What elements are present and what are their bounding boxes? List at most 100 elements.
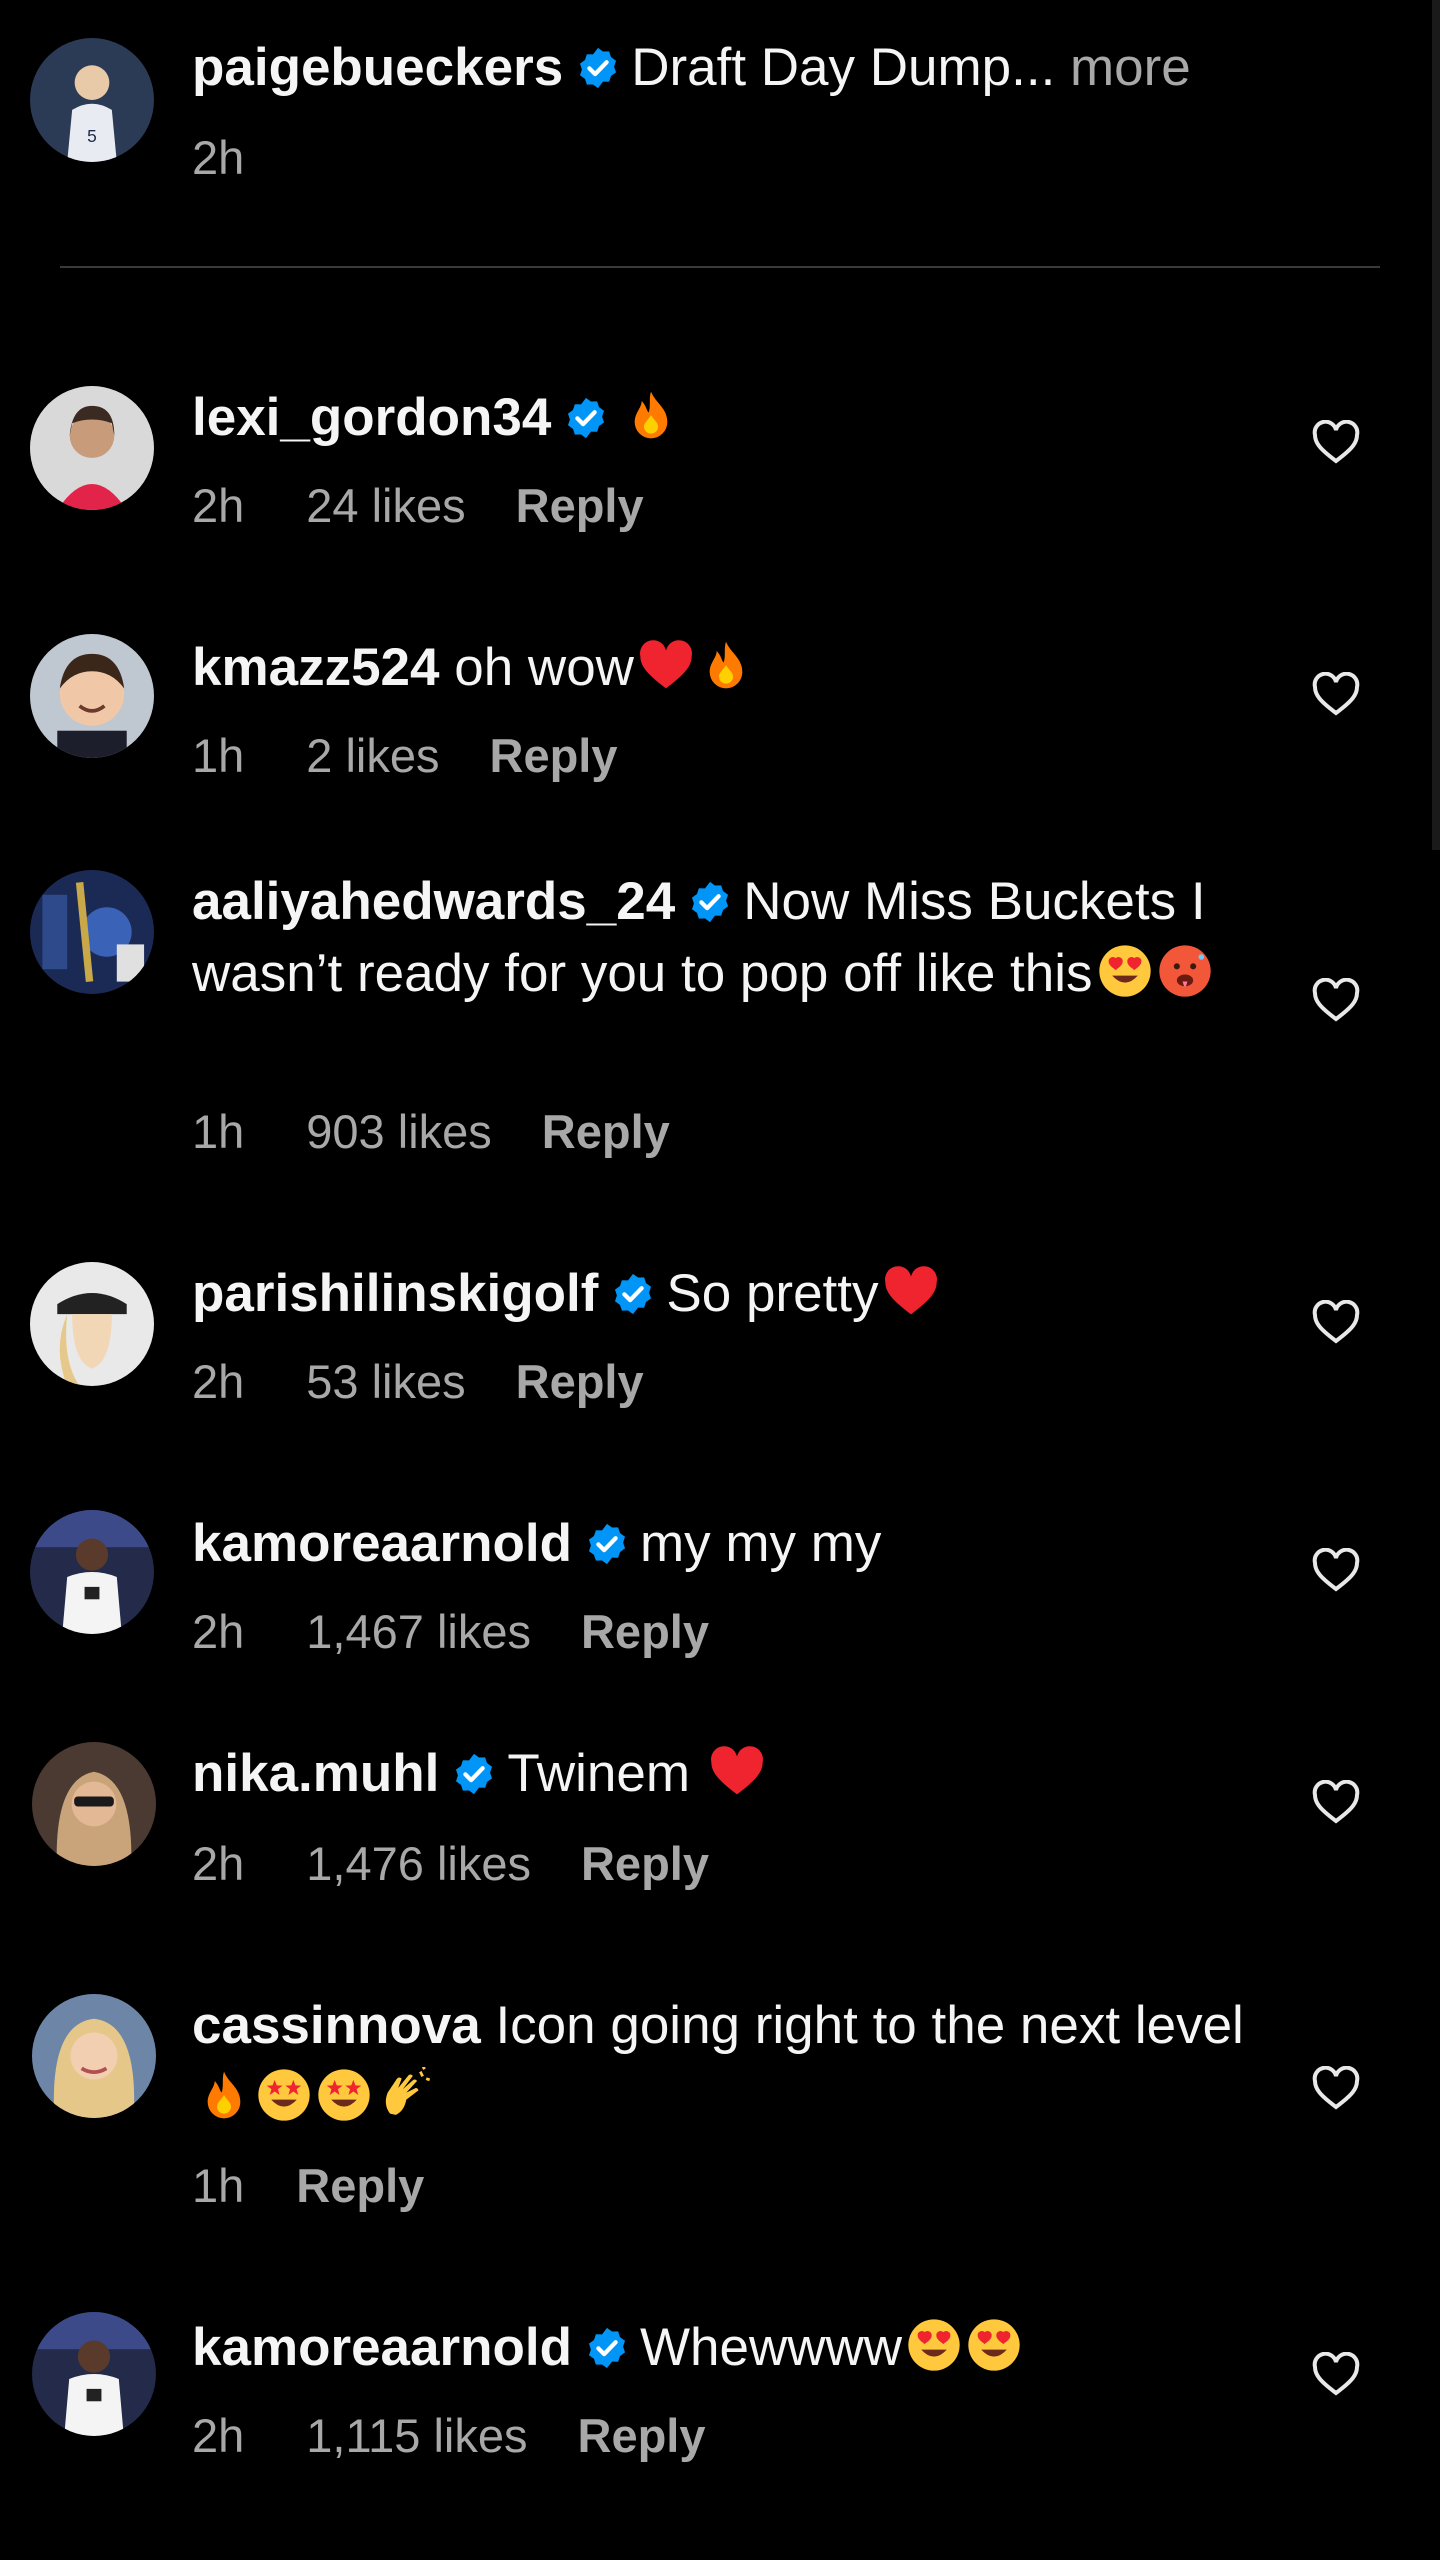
caption-divider: [60, 266, 1380, 268]
like-heart-icon[interactable]: [1312, 1300, 1360, 1344]
comment-meta: 2h 1,467 likes Reply: [192, 1602, 709, 1662]
comment-body: Whewwww: [639, 2318, 903, 2377]
like-heart-icon[interactable]: [1312, 2352, 1360, 2396]
reply-button[interactable]: Reply: [578, 2406, 706, 2466]
comment-likes[interactable]: 2 likes: [306, 726, 439, 786]
heart-eyes-emoji-icon: [1097, 943, 1153, 999]
comment-time: 2h: [192, 1605, 245, 1658]
comment-time: 2h: [192, 479, 245, 532]
comment-username[interactable]: lexi_gordon34: [192, 388, 551, 447]
comment-time: 1h: [192, 1105, 245, 1158]
comment-time: 2h: [192, 1355, 245, 1408]
caption-time: 2h: [192, 131, 245, 184]
comment-meta: 2h 1,115 likes Reply: [192, 2406, 706, 2466]
clapping-hands-emoji-icon: [376, 2067, 432, 2123]
comment-text: kamoreaarnold my my my: [192, 1508, 1260, 1580]
comment-time: 1h: [192, 2159, 245, 2212]
comment-body: Twinem: [507, 1744, 690, 1803]
caption-body: Draft Day Dump...: [631, 38, 1056, 97]
comment-text: lexi_gordon34: [192, 382, 1260, 454]
avatar[interactable]: 5: [30, 38, 154, 162]
comment-time: 2h: [192, 2409, 245, 2462]
comment-likes[interactable]: 903 likes: [306, 1102, 492, 1162]
comment-likes[interactable]: 53 likes: [306, 1352, 465, 1412]
red-heart-emoji-icon: [638, 637, 694, 693]
avatar[interactable]: [32, 2312, 156, 2436]
comment-body: So pretty: [666, 1264, 879, 1323]
reply-button[interactable]: Reply: [542, 1102, 670, 1162]
comment-likes[interactable]: 1,476 likes: [306, 1834, 531, 1894]
verified-badge-icon: [563, 395, 609, 441]
comment-likes[interactable]: 24 likes: [306, 476, 465, 536]
comment-text: cassinnova Icon going right to the next …: [192, 1990, 1260, 2134]
scrollbar[interactable]: [1432, 0, 1440, 850]
comment-username[interactable]: kamoreaarnold: [192, 1514, 572, 1573]
comment-text: aaliyahedwards_24 Now Miss Buckets I wasn…: [192, 866, 1260, 1010]
reply-button[interactable]: Reply: [581, 1602, 709, 1662]
like-heart-icon[interactable]: [1312, 978, 1360, 1022]
reply-button[interactable]: Reply: [490, 726, 618, 786]
avatar-image: 5: [30, 38, 154, 162]
comment-body: oh wow: [454, 638, 634, 697]
reply-button[interactable]: Reply: [516, 476, 644, 536]
star-struck-emoji-icon: [256, 2067, 312, 2123]
fire-emoji-icon: [698, 637, 754, 693]
avatar[interactable]: [30, 1510, 154, 1634]
comment-body: my my my: [639, 1514, 882, 1573]
reply-button[interactable]: Reply: [581, 1834, 709, 1894]
reply-button[interactable]: Reply: [296, 2156, 424, 2216]
verified-badge-icon: [584, 2325, 630, 2371]
avatar[interactable]: [30, 1262, 154, 1386]
like-heart-icon[interactable]: [1312, 420, 1360, 464]
svg-text:5: 5: [87, 126, 97, 146]
comment-text: nika.muhl Twinem: [192, 1738, 1260, 1810]
like-heart-icon[interactable]: [1312, 672, 1360, 716]
red-heart-emoji-icon: [883, 1263, 939, 1319]
avatar[interactable]: [30, 870, 154, 994]
like-heart-icon[interactable]: [1312, 1780, 1360, 1824]
comment-meta: 1h 2 likes Reply: [192, 726, 618, 786]
comment-username[interactable]: kmazz524: [192, 638, 440, 697]
comment-username[interactable]: parishilinskigolf: [192, 1264, 598, 1323]
verified-badge-icon: [451, 1751, 497, 1797]
hot-face-emoji-icon: [1157, 943, 1213, 999]
comment-username[interactable]: cassinnova: [192, 1996, 481, 2055]
comment-meta: 1h 903 likes Reply: [192, 1102, 670, 1162]
fire-emoji-icon: [196, 2067, 252, 2123]
verified-badge-icon: [687, 879, 733, 925]
comment-username[interactable]: aaliyahedwards_24: [192, 872, 675, 931]
post-caption: 5 paigebueckers Draft Day Dump... more 2h: [0, 0, 1440, 270]
comments-screen: 5 paigebueckers Draft Day Dump... more 2h…: [0, 0, 1440, 2560]
comment-text: parishilinskigolf So pretty: [192, 1258, 1260, 1330]
comment-meta: 1h Reply: [192, 2156, 424, 2216]
caption-text: paigebueckers Draft Day Dump... more: [192, 32, 1260, 104]
comment-meta: 2h 24 likes Reply: [192, 476, 644, 536]
reply-button[interactable]: Reply: [516, 1352, 644, 1412]
caption-username[interactable]: paigebueckers: [192, 38, 563, 97]
comment-text: kamoreaarnold Whewwww: [192, 2312, 1260, 2384]
like-heart-icon[interactable]: [1312, 2066, 1360, 2110]
comment-time: 1h: [192, 729, 245, 782]
verified-badge-icon: [575, 45, 621, 91]
caption-more-link[interactable]: more: [1070, 38, 1191, 97]
comment-meta: 2h 1,476 likes Reply: [192, 1834, 709, 1894]
heart-eyes-emoji-icon: [906, 2317, 962, 2373]
comment-likes[interactable]: 1,467 likes: [306, 1602, 531, 1662]
comment-body: Icon going right to the next level: [495, 1996, 1244, 2055]
like-heart-icon[interactable]: [1312, 1548, 1360, 1592]
verified-badge-icon: [584, 1521, 630, 1567]
avatar[interactable]: [30, 634, 154, 758]
star-struck-emoji-icon: [316, 2067, 372, 2123]
comment-likes[interactable]: 1,115 likes: [306, 2406, 527, 2466]
avatar[interactable]: [32, 1994, 156, 2118]
heart-eyes-emoji-icon: [966, 2317, 1022, 2373]
avatar[interactable]: [32, 1742, 156, 1866]
avatar[interactable]: [30, 386, 154, 510]
fire-emoji-icon: [623, 387, 679, 443]
comment-text: kmazz524 oh wow: [192, 632, 1260, 704]
caption-meta: 2h: [192, 128, 244, 188]
comment-time: 2h: [192, 1837, 245, 1890]
comment-username[interactable]: nika.muhl: [192, 1744, 439, 1803]
verified-badge-icon: [610, 1271, 656, 1317]
comment-username[interactable]: kamoreaarnold: [192, 2318, 572, 2377]
